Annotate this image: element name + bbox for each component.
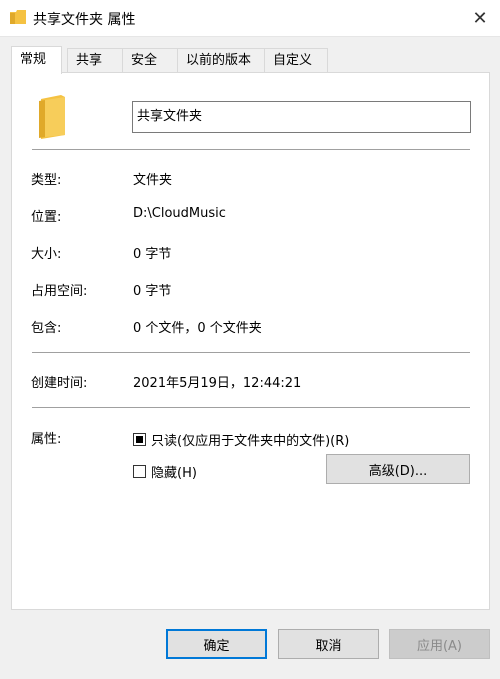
type-value: 文件夹 [133,173,173,188]
size-on-disk-label: 占用空间: [31,284,88,299]
tab-label: 自定义 [273,53,313,68]
cancel-button-label: 取消 [315,638,342,654]
folder-name-input[interactable]: 共享文件夹 [132,101,471,133]
apply-button[interactable]: 应用(A) [389,629,490,659]
attributes-label: 属性: [31,432,62,447]
tab-general[interactable]: 常规 [11,46,62,74]
close-icon: ✕ [472,7,488,29]
created-value: 2021年5月19日，12:44:21 [133,376,302,391]
advanced-button[interactable]: 高级(D)... [326,454,470,484]
tab-label: 常规 [20,52,47,67]
readonly-checkbox-row[interactable]: 只读(仅应用于文件夹中的文件)(R) [133,430,349,449]
ok-button-label: 确定 [203,638,230,654]
apply-button-label: 应用(A) [416,638,463,654]
folder-icon [10,10,26,24]
close-button[interactable]: ✕ [460,0,500,36]
advanced-button-label: 高级(D)... [368,463,428,479]
created-label: 创建时间: [31,376,88,391]
cancel-button[interactable]: 取消 [278,629,379,659]
divider [32,149,470,150]
tab-label: 以前的版本 [186,53,252,68]
hidden-label: 隐藏(H) [151,466,197,481]
folder-icon [39,95,65,139]
readonly-checkbox[interactable] [133,433,146,446]
size-on-disk-value: 0 字节 [133,284,172,299]
title-bar: 共享文件夹 属性 ✕ [0,0,500,37]
location-value: D:\CloudMusic [133,206,226,221]
location-label: 位置: [31,210,62,225]
tab-security[interactable]: 安全 [122,48,178,72]
tab-previous-versions[interactable]: 以前的版本 [177,48,265,72]
window-title: 共享文件夹 属性 [33,12,136,28]
readonly-label: 只读(仅应用于文件夹中的文件)(R) [151,434,350,449]
general-panel: 共享文件夹 类型: 文件夹 位置: D:\CloudMusic 大小: 0 字节… [11,72,490,610]
size-label: 大小: [31,247,62,262]
hidden-checkbox[interactable] [133,465,146,478]
tab-sharing[interactable]: 共享 [67,48,123,72]
tab-customize[interactable]: 自定义 [264,48,328,72]
tab-label: 安全 [131,53,158,68]
tab-label: 共享 [76,53,103,68]
type-label: 类型: [31,173,62,188]
ok-button[interactable]: 确定 [166,629,267,659]
hidden-checkbox-row[interactable]: 隐藏(H) [133,462,197,481]
contains-value: 0 个文件，0 个文件夹 [133,321,262,336]
size-value: 0 字节 [133,247,172,262]
contains-label: 包含: [31,321,62,336]
divider [32,407,470,408]
divider [32,352,470,353]
